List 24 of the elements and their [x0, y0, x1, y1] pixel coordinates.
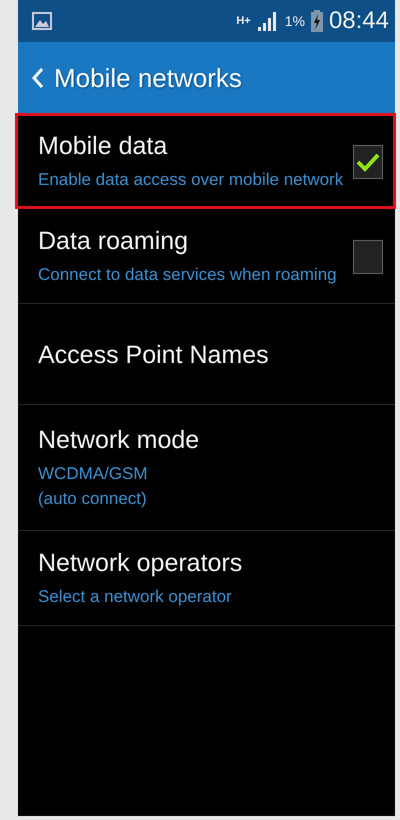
setting-title: Data roaming — [38, 227, 190, 256]
back-icon[interactable] — [32, 67, 44, 89]
setting-row[interactable]: Access Point Names — [18, 304, 395, 404]
setting-summary: Select a network operator — [38, 586, 233, 608]
setting-title: Network mode — [38, 426, 200, 455]
screen-title: Mobile networks — [54, 62, 242, 94]
battery-percent: 1% — [284, 13, 305, 29]
battery-icon — [310, 10, 323, 32]
setting-row[interactable]: Mobile data Enable data access over mobile network — [16, 114, 395, 208]
setting-summary: WCDMA/GSM (auto connect) — [38, 463, 149, 510]
checkbox[interactable] — [353, 145, 383, 179]
setting-summary: Connect to data services when roaming — [38, 264, 338, 286]
picture-icon — [32, 12, 52, 30]
setting-row[interactable]: Network mode WCDMA/GSM (auto connect) — [18, 405, 395, 530]
checkbox[interactable] — [353, 240, 383, 274]
setting-summary: Enable data access over mobile network — [38, 169, 344, 191]
setting-title: Access Point Names — [38, 340, 270, 370]
setting-row[interactable]: Data roaming Connect to data services when roaming — [18, 209, 395, 303]
clock: 08:44 — [328, 7, 389, 35]
network-type: H+ — [236, 16, 251, 26]
setting-title: Mobile data — [38, 132, 168, 161]
setting-title: Network operators — [38, 549, 244, 578]
setting-row[interactable]: Network operators Select a network operator — [18, 531, 395, 625]
signal-icon — [256, 11, 279, 31]
